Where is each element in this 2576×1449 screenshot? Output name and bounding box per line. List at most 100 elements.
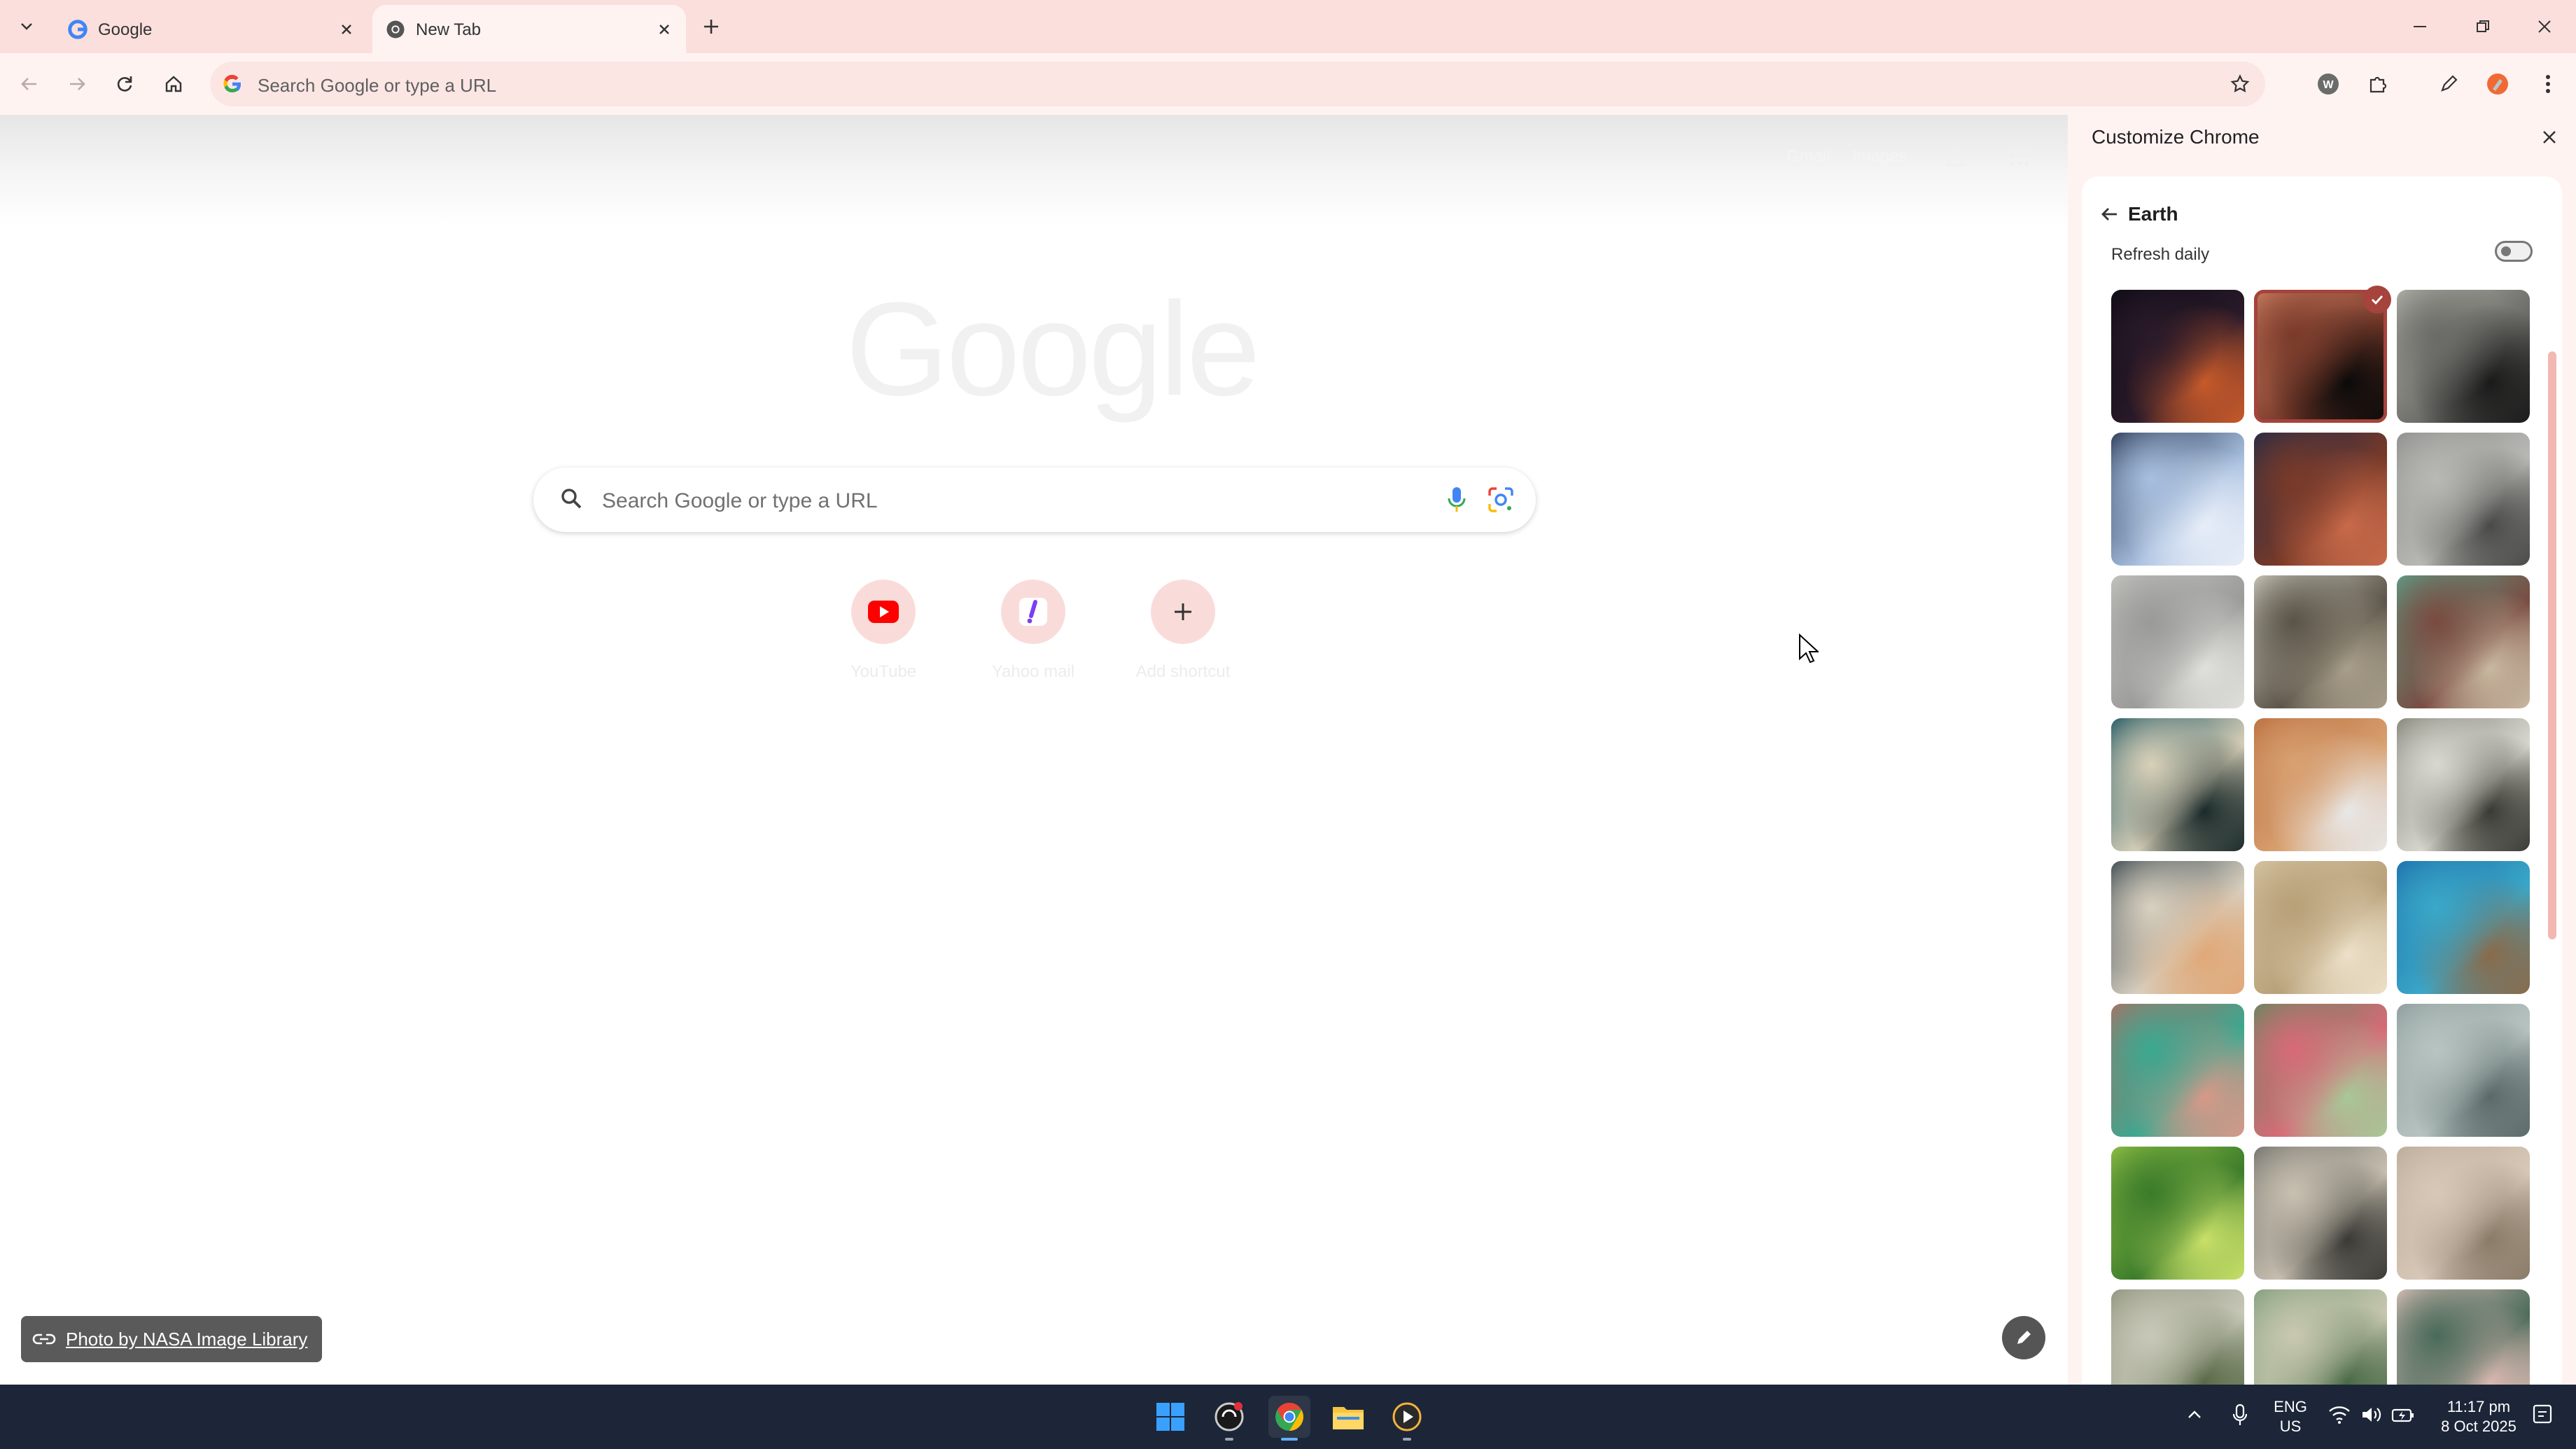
panel-scrollbar[interactable] <box>2548 351 2556 939</box>
google-lens-icon[interactable] <box>1485 484 1516 515</box>
wallpaper-thumbnail[interactable] <box>2111 290 2244 423</box>
shortcut-label: Yahoo mail <box>991 662 1075 681</box>
minimize-button[interactable] <box>2395 10 2444 43</box>
microphone-icon[interactable] <box>1445 484 1469 515</box>
shortcut-tile <box>1001 580 1065 644</box>
wallpaper-thumbnail[interactable] <box>2397 290 2530 423</box>
battery-charging-icon <box>2391 1408 2414 1422</box>
new-tab-button[interactable] <box>697 13 725 41</box>
plus-icon <box>704 20 718 34</box>
volume-icon <box>2362 1408 2381 1422</box>
wallpaper-thumbnail[interactable] <box>2111 861 2244 994</box>
search-icon <box>561 489 582 509</box>
refresh-daily-toggle[interactable] <box>2495 241 2533 262</box>
taskbar-file-explorer[interactable] <box>1327 1396 1369 1438</box>
customize-chrome-button[interactable] <box>2002 1316 2045 1359</box>
panel-close-button[interactable] <box>2535 123 2563 151</box>
running-indicator <box>1281 1438 1298 1441</box>
ntp-search-box[interactable]: Search Google or type a URL <box>533 468 1536 532</box>
taskbar-app-1[interactable] <box>1208 1396 1250 1441</box>
labs-button[interactable] <box>1945 144 1967 172</box>
shortcut-youtube[interactable]: YouTube <box>813 580 953 692</box>
language-indicator[interactable]: ENG US <box>2265 1397 2316 1436</box>
wallpaper-thumbnail[interactable] <box>2397 1004 2530 1137</box>
start-button[interactable] <box>1149 1396 1191 1438</box>
wallpaper-thumbnail[interactable] <box>2397 1147 2530 1280</box>
youtube-icon <box>868 601 899 623</box>
wallpaper-thumbnail[interactable] <box>2254 1004 2387 1137</box>
folder-icon <box>1333 1407 1364 1429</box>
clock-date: 8 Oct 2025 <box>2441 1418 2516 1435</box>
wallpaper-thumbnail[interactable] <box>2254 575 2387 708</box>
restore-button[interactable] <box>2458 10 2507 43</box>
wallpaper-thumbnail[interactable] <box>2254 1289 2387 1385</box>
minimize-icon <box>2414 26 2426 27</box>
extension-w-button[interactable]: W <box>2311 67 2345 101</box>
wallpaper-thumbnail[interactable] <box>2111 1004 2244 1137</box>
wallpaper-thumbnail[interactable] <box>2397 861 2530 994</box>
tab-title: Google <box>98 20 153 39</box>
wallpaper-thumbnail[interactable] <box>2111 575 2244 708</box>
add-shortcut-button[interactable]: Add shortcut <box>1113 580 1253 692</box>
wallpaper-thumbnail[interactable] <box>2111 718 2244 851</box>
yahoo-mail-icon <box>1019 598 1047 626</box>
wifi-icon <box>2329 1406 2350 1424</box>
quick-settings-button[interactable] <box>2328 1404 2415 1425</box>
bookmark-star-button[interactable] <box>2227 71 2253 97</box>
images-link[interactable]: Images <box>1852 147 1907 167</box>
chrome-menu-button[interactable] <box>2531 67 2565 101</box>
wallpaper-thumbnail[interactable] <box>2254 861 2387 994</box>
wallpaper-thumbnail[interactable] <box>2111 433 2244 566</box>
taskbar-chrome[interactable] <box>1268 1396 1310 1441</box>
shortcut-tile <box>851 580 916 644</box>
wallpaper-thumbnail[interactable] <box>2254 718 2387 851</box>
wallpaper-thumbnail[interactable] <box>2254 1147 2387 1280</box>
home-button[interactable] <box>157 67 190 101</box>
wallpaper-thumbnail[interactable] <box>2397 433 2530 566</box>
back-to-collections-button[interactable]: Earth <box>2100 203 2178 225</box>
wallpaper-thumbnail[interactable] <box>2254 433 2387 566</box>
customize-pencil-button[interactable] <box>2432 67 2465 101</box>
gmail-link[interactable]: Gmail <box>1786 147 1830 167</box>
show-hidden-icons-button[interactable] <box>2185 1406 2204 1427</box>
link-icon <box>32 1334 56 1345</box>
google-apps-button[interactable] <box>2009 146 2030 170</box>
pencil-icon <box>2441 75 2458 92</box>
media-play-icon <box>1392 1402 1422 1432</box>
address-bar[interactable]: Search Google or type a URL <box>210 62 2265 106</box>
tab-close-button[interactable] <box>335 18 358 41</box>
apps-grid-icon <box>2010 147 2029 165</box>
extensions-button[interactable] <box>2360 67 2394 101</box>
close-window-button[interactable] <box>2520 10 2569 43</box>
photo-attribution-link[interactable]: Photo by NASA Image Library <box>21 1316 322 1362</box>
chevron-down-icon <box>21 23 32 30</box>
tab-search-button[interactable] <box>10 10 43 43</box>
wallpaper-thumbnail[interactable] <box>2397 575 2530 708</box>
wallpaper-thumbnail[interactable] <box>2397 718 2530 851</box>
tab-google[interactable]: Google <box>55 5 368 53</box>
notification-bell-icon <box>2533 1404 2552 1424</box>
wallpaper-thumbnail[interactable] <box>2111 1147 2244 1280</box>
close-icon <box>659 24 669 34</box>
profile-avatar[interactable] <box>2481 67 2514 101</box>
forward-button[interactable] <box>60 67 94 101</box>
microphone-tray-button[interactable] <box>2230 1403 2250 1432</box>
puzzle-icon <box>2370 76 2387 93</box>
selected-check-icon <box>2363 286 2391 314</box>
notifications-button[interactable] <box>2531 1403 2555 1432</box>
reload-button[interactable] <box>108 67 141 101</box>
shortcut-yahoo-mail[interactable]: Yahoo mail <box>963 580 1103 692</box>
google-g-icon <box>68 20 88 39</box>
tab-close-button[interactable] <box>652 18 676 41</box>
arrow-left-icon <box>21 78 36 90</box>
shortcut-label: YouTube <box>850 662 917 681</box>
svg-text:W: W <box>2323 79 2334 91</box>
clock[interactable]: 11:17 pm 8 Oct 2025 <box>2432 1397 2526 1436</box>
background-collection-card: Earth Refresh daily <box>2082 176 2562 1385</box>
back-button[interactable] <box>13 67 46 101</box>
taskbar-media-player[interactable] <box>1386 1396 1428 1441</box>
wallpaper-thumbnail[interactable] <box>2111 1289 2244 1385</box>
tab-new-tab[interactable]: New Tab <box>372 5 686 53</box>
wallpaper-thumbnail[interactable] <box>2397 1289 2530 1385</box>
flask-icon <box>1946 145 1966 167</box>
